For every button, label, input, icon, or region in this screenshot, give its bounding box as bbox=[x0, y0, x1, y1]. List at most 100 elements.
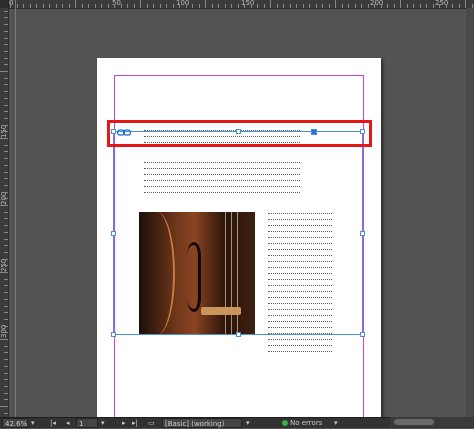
ruler-tick bbox=[4, 184, 8, 186]
ruler-tick bbox=[231, 4, 232, 8]
ruler-tick bbox=[153, 4, 154, 8]
ruler-tick bbox=[29, 4, 31, 8]
ruler-tick bbox=[465, 0, 466, 8]
ruler-tick bbox=[4, 178, 8, 180]
ruler-tick bbox=[146, 4, 148, 8]
ruler-tick bbox=[4, 144, 8, 146]
ruler-origin[interactable] bbox=[0, 0, 8, 8]
ruler-tick bbox=[120, 4, 122, 8]
ruler-tick bbox=[328, 4, 330, 8]
ruler-tick bbox=[374, 4, 375, 8]
ruler-tick bbox=[49, 4, 50, 8]
ruler-tick bbox=[283, 4, 284, 8]
ruler-tick bbox=[4, 359, 8, 361]
ruler-tick bbox=[4, 345, 8, 347]
ruler-tick bbox=[4, 372, 8, 374]
resize-handle[interactable] bbox=[111, 231, 116, 236]
ruler-tick bbox=[4, 57, 8, 59]
ruler-tick bbox=[361, 4, 362, 8]
ruler-tick bbox=[387, 4, 388, 8]
ruler-tick bbox=[185, 4, 187, 8]
ruler-tick bbox=[4, 30, 8, 32]
ruler-tick bbox=[413, 4, 414, 8]
ruler-tick bbox=[211, 4, 213, 8]
ruler-tick bbox=[159, 4, 161, 8]
ruler-tick bbox=[0, 406, 8, 407]
ruler-tick bbox=[94, 4, 96, 8]
ruler-tick bbox=[4, 379, 8, 381]
ruler-tick bbox=[140, 0, 141, 8]
ruler-tick bbox=[4, 117, 8, 119]
selected-frame[interactable] bbox=[113, 131, 363, 335]
ruler-tick bbox=[458, 4, 460, 8]
ruler-tick bbox=[4, 352, 8, 354]
ruler-tick bbox=[341, 4, 343, 8]
highlight-box bbox=[107, 120, 372, 147]
ruler-tick bbox=[4, 171, 8, 173]
ruler-tick bbox=[322, 4, 323, 8]
ruler-tick bbox=[4, 104, 8, 106]
ruler-tick bbox=[0, 339, 8, 340]
ruler-tick bbox=[42, 4, 44, 8]
ruler-tick bbox=[4, 211, 8, 213]
ruler-tick bbox=[432, 4, 434, 8]
ruler-tick bbox=[4, 251, 8, 253]
ruler-tick bbox=[62, 4, 63, 8]
ruler-tick bbox=[133, 4, 135, 8]
ruler-tick bbox=[114, 4, 115, 8]
ruler-tick bbox=[4, 131, 8, 133]
ruler-tick bbox=[4, 292, 8, 294]
resize-handle[interactable] bbox=[236, 332, 241, 337]
ruler-tick bbox=[0, 205, 8, 206]
ruler-tick bbox=[4, 151, 8, 153]
ruler-tick bbox=[68, 4, 70, 8]
ruler-tick bbox=[4, 298, 8, 300]
ruler-tick bbox=[4, 325, 8, 327]
guide-line bbox=[15, 0, 16, 417]
ruler-tick bbox=[107, 4, 109, 8]
ruler-tick bbox=[367, 4, 369, 8]
resize-handle[interactable] bbox=[360, 231, 365, 236]
ruler-tick bbox=[23, 4, 24, 8]
ruler-tick bbox=[4, 265, 8, 267]
ruler-tick bbox=[4, 318, 8, 320]
ruler-tick bbox=[4, 258, 8, 260]
ruler-tick bbox=[257, 4, 258, 8]
ruler-tick bbox=[4, 412, 8, 414]
ruler-tick bbox=[36, 4, 37, 8]
ruler-tick bbox=[244, 4, 245, 8]
ruler-tick bbox=[0, 71, 8, 72]
vertical-ruler[interactable]: 150 200 250 300 bbox=[0, 0, 9, 417]
resize-handle[interactable] bbox=[111, 332, 116, 337]
ruler-tick bbox=[4, 111, 8, 113]
errors-text: No errors bbox=[290, 419, 323, 427]
ruler-tick bbox=[393, 4, 395, 8]
ruler-tick bbox=[101, 4, 102, 8]
ruler-tick bbox=[4, 218, 8, 220]
horizontal-scrollbar[interactable] bbox=[390, 417, 474, 427]
ruler-label: 150 bbox=[241, 0, 255, 7]
ruler-tick bbox=[4, 332, 8, 334]
ruler-tick bbox=[4, 77, 8, 79]
ruler-tick bbox=[172, 4, 174, 8]
ruler-tick bbox=[335, 0, 336, 8]
ruler-tick bbox=[4, 64, 8, 66]
resize-handle[interactable] bbox=[360, 332, 365, 337]
scroll-thumb[interactable] bbox=[394, 419, 434, 425]
ruler-tick bbox=[75, 0, 76, 8]
ruler-tick bbox=[192, 4, 193, 8]
ruler-label: 100 bbox=[176, 0, 190, 7]
ruler-tick bbox=[380, 4, 382, 8]
ruler-tick bbox=[237, 4, 239, 8]
ruler-tick bbox=[452, 4, 453, 8]
ruler-tick bbox=[4, 399, 8, 401]
ruler-tick bbox=[4, 158, 8, 160]
ruler-tick bbox=[4, 124, 8, 126]
green-dot-icon bbox=[282, 420, 288, 426]
ruler-tick bbox=[406, 4, 408, 8]
ruler-tick bbox=[263, 4, 265, 8]
ruler-tick bbox=[4, 198, 8, 200]
horizontal-ruler[interactable]: 0 50 100 150 200 250 bbox=[8, 0, 474, 9]
ruler-tick bbox=[4, 278, 8, 280]
vertical-scrollbar[interactable] bbox=[466, 8, 474, 417]
